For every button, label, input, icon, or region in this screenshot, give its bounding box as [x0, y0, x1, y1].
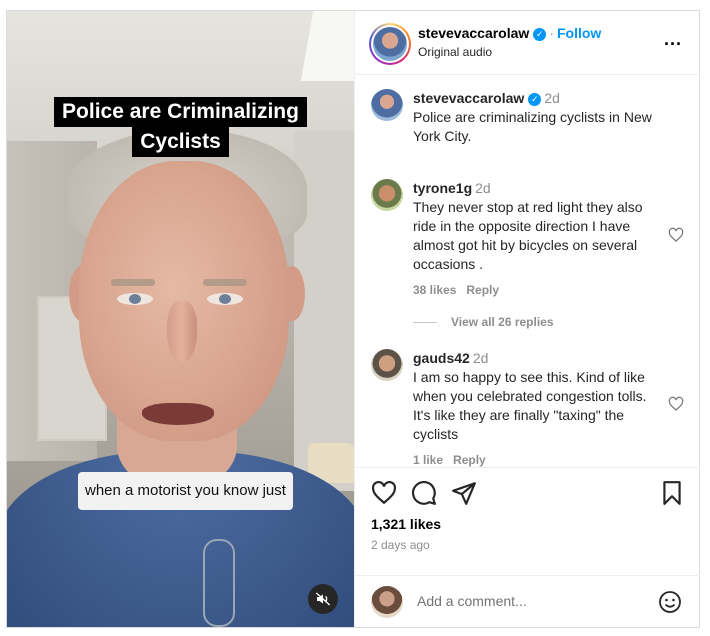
- comment-username[interactable]: gauds42: [413, 350, 470, 366]
- person-eye: [207, 293, 243, 305]
- author-line: stevevaccarolaw ✓ · Follow: [418, 25, 601, 41]
- muted-speaker-icon: [315, 592, 331, 606]
- comment-time: 2d: [475, 180, 491, 196]
- person-eye: [117, 293, 153, 305]
- bookmark-icon[interactable]: [659, 480, 685, 506]
- current-user-avatar: [371, 586, 403, 618]
- likes-count[interactable]: 1,321 likes: [371, 516, 441, 532]
- comment-text: They never stop at red light they also r…: [413, 199, 643, 272]
- mute-button[interactable]: [308, 584, 338, 614]
- audio-link[interactable]: Original audio: [418, 45, 492, 59]
- video-title-overlay: Police are Criminalizing Cyclists: [7, 97, 354, 157]
- follow-button[interactable]: Follow: [557, 25, 601, 41]
- comment-time: 2d: [472, 350, 489, 366]
- comment-likes[interactable]: 1 like: [413, 453, 443, 467]
- caption-text: Police are criminalizing cyclists in New…: [413, 109, 652, 144]
- commenter-avatar[interactable]: [371, 179, 403, 211]
- caption-author-avatar[interactable]: [371, 89, 403, 121]
- verified-badge-icon: ✓: [528, 92, 542, 106]
- comment-username[interactable]: tyrone1g: [413, 180, 472, 196]
- person-brow: [111, 279, 155, 286]
- comment-input[interactable]: Add a comment...: [417, 593, 527, 609]
- post-actions: 1,321 likes 2 days ago: [355, 467, 700, 575]
- person-nose: [167, 301, 197, 363]
- comment-likes[interactable]: 38 likes: [413, 283, 456, 297]
- caption-username[interactable]: stevevaccarolaw: [413, 90, 524, 106]
- video-title-line-2: Cyclists: [132, 127, 229, 157]
- commenter-avatar[interactable]: [371, 349, 403, 381]
- post-side-panel: stevevaccarolaw ✓ · Follow Original audio .…: [354, 11, 700, 627]
- reply-button[interactable]: Reply: [453, 453, 486, 467]
- comment-like-heart-icon[interactable]: [668, 396, 684, 412]
- video-player[interactable]: Police are Criminalizing Cyclists when a…: [7, 11, 354, 627]
- comments-section: stevevaccarolaw ✓ 2d Police are criminaliz…: [355, 75, 700, 467]
- separator-dot: ·: [549, 25, 554, 41]
- post-date: 2 days ago: [371, 538, 430, 552]
- comment-like-heart-icon[interactable]: [668, 227, 684, 243]
- emoji-icon[interactable]: [658, 590, 682, 614]
- send-icon[interactable]: [451, 480, 477, 506]
- view-replies-button[interactable]: View all 26 replies: [413, 315, 554, 329]
- author-username[interactable]: stevevaccarolaw: [418, 25, 529, 41]
- comment-meta: 38 likes Reply: [413, 281, 665, 300]
- video-subtitle: when a motorist you know just: [78, 472, 293, 510]
- video-title-line-1: Police are Criminalizing: [54, 97, 307, 127]
- hanging-glasses: [203, 539, 235, 627]
- reply-button[interactable]: Reply: [466, 283, 499, 297]
- person-brow: [203, 279, 247, 286]
- verified-badge-icon: ✓: [533, 27, 547, 41]
- caption-time: 2d: [544, 90, 560, 106]
- add-comment-bar: Add a comment...: [355, 575, 700, 627]
- post-header: stevevaccarolaw ✓ · Follow Original audio .…: [355, 11, 700, 75]
- more-options-button[interactable]: ...: [664, 29, 682, 50]
- heart-icon[interactable]: [371, 480, 397, 506]
- comment-icon[interactable]: [411, 480, 437, 506]
- comment-text: I am so happy to see this. Kind of like …: [413, 369, 647, 442]
- author-avatar[interactable]: [369, 23, 411, 65]
- post-container: Police are Criminalizing Cyclists when a…: [6, 10, 700, 628]
- person-mouth: [142, 403, 214, 425]
